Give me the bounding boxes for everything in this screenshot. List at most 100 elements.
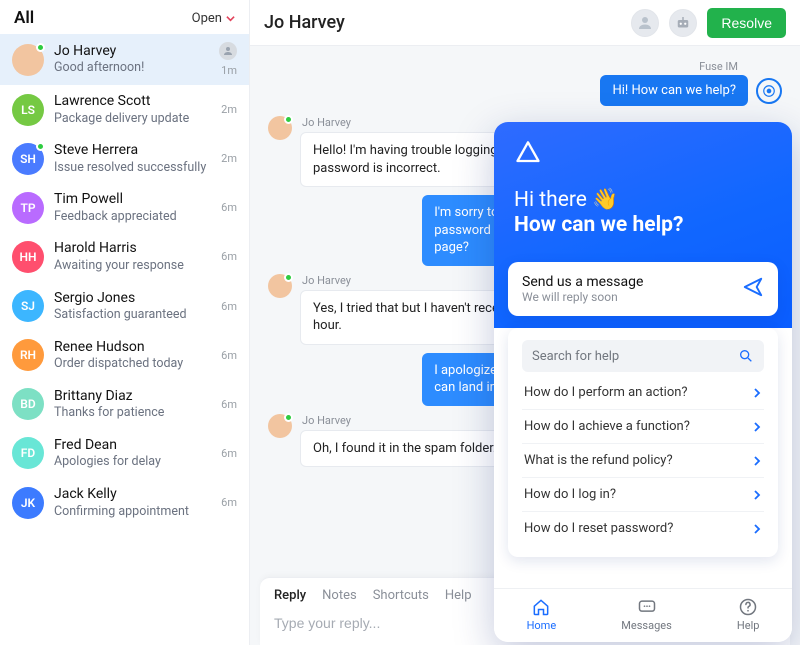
chevron-right-icon [752, 456, 762, 466]
widget-cards: Send us a message We will reply soon Sea… [508, 262, 778, 557]
conversation-time: 6m [221, 447, 237, 460]
conversation-snippet: Issue resolved successfully [54, 160, 211, 176]
conversation-item[interactable]: JK Jack KellyConfirming appointment 6m [0, 478, 249, 527]
bot-bubble: Hi! How can we help? [600, 75, 748, 106]
faq-label: How do I reset password? [524, 521, 673, 536]
nav-messages-label: Messages [621, 619, 671, 632]
tab-notes[interactable]: Notes [322, 588, 357, 603]
conversation-item[interactable]: Jo HarveyGood afternoon! 1m [0, 34, 249, 85]
conversation-snippet: Satisfaction guaranteed [54, 307, 211, 323]
messages-icon [637, 597, 657, 617]
send-message-card[interactable]: Send us a message We will reply soon [508, 262, 778, 316]
send-subtitle: We will reply soon [522, 290, 643, 304]
avatar: JK [12, 487, 44, 519]
conversation-name: Lawrence Scott [54, 93, 211, 111]
faq-list: How do I perform an action? How do I achi… [522, 376, 764, 545]
conversation-meta: 6m [221, 349, 237, 362]
conversation-name: Fred Dean [54, 437, 211, 455]
conversation-name: Jack Kelly [54, 486, 211, 504]
conversation-item[interactable]: SH Steve HerreraIssue resolved successful… [0, 134, 249, 183]
conversation-text: Steve HerreraIssue resolved successfully [54, 142, 211, 175]
faq-item[interactable]: How do I reset password? [522, 511, 764, 545]
avatar: SJ [12, 290, 44, 322]
conversation-time: 6m [221, 349, 237, 362]
faq-label: How do I achieve a function? [524, 419, 690, 434]
resolve-button[interactable]: Resolve [707, 8, 786, 38]
tab-help[interactable]: Help [445, 588, 472, 603]
avatar: LS [12, 94, 44, 126]
presence-dot-icon [284, 115, 293, 124]
presence-dot-icon [284, 413, 293, 422]
conversation-item[interactable]: LS Lawrence ScottPackage delivery update 2… [0, 85, 249, 134]
avatar: TP [12, 192, 44, 224]
conversation-meta: 2m [221, 152, 237, 165]
conversation-text: Jo HarveyGood afternoon! [54, 43, 209, 76]
conversation-item[interactable]: HHHarold HarrisAwaiting your response6m [0, 232, 249, 281]
conversation-snippet: Package delivery update [54, 111, 211, 127]
search-placeholder: Search for help [532, 349, 619, 364]
chevron-down-icon [226, 14, 235, 23]
conversation-name: Brittany Diaz [54, 388, 211, 406]
widget-bottom-nav: Home Messages Help [494, 588, 792, 642]
conversation-item[interactable]: FD Fred DeanApologies for delay 6m [0, 429, 249, 478]
bot-avatar-button[interactable] [669, 9, 697, 37]
faq-item[interactable]: How do I log in? [522, 477, 764, 511]
conversation-time: 2m [221, 103, 237, 116]
chevron-right-icon [752, 524, 762, 534]
tab-shortcuts[interactable]: Shortcuts [373, 588, 429, 603]
conversation-time: 6m [221, 250, 237, 263]
conversation-meta: 6m [221, 398, 237, 411]
conversation-text: Jack KellyConfirming appointment [54, 486, 211, 519]
filter-dropdown[interactable]: Open [192, 11, 235, 26]
conversation-item[interactable]: SJSergio JonesSatisfaction guaranteed6m [0, 282, 249, 331]
faq-item[interactable]: How do I achieve a function? [522, 409, 764, 443]
conversation-name: Harold Harris [54, 240, 211, 258]
conversation-text: Tim PowellFeedback appreciated [54, 191, 211, 224]
home-icon [531, 597, 551, 617]
nav-messages[interactable]: Messages [621, 597, 671, 632]
conversation-time: 6m [221, 300, 237, 313]
chevron-right-icon [752, 388, 762, 398]
bot-message-row: Hi! How can we help? [268, 75, 782, 106]
nav-help[interactable]: Help [737, 597, 760, 632]
conversation-item[interactable]: BDBrittany DiazThanks for patience6m [0, 380, 249, 429]
customer-avatar [268, 274, 292, 298]
sidebar-header: All Open [0, 0, 249, 34]
filter-label: Open [192, 11, 222, 26]
bot-name-label: Fuse IM [268, 60, 782, 73]
nav-home[interactable]: Home [527, 597, 557, 632]
avatar: HH [12, 241, 44, 273]
person-icon [636, 14, 654, 32]
tab-reply[interactable]: Reply [274, 588, 306, 603]
avatar: RH [12, 339, 44, 371]
chevron-right-icon [752, 490, 762, 500]
avatar: SH [12, 143, 44, 175]
conversation-item[interactable]: TP Tim PowellFeedback appreciated 6m [0, 183, 249, 232]
widget-headline: How can we help? [514, 213, 772, 238]
help-icon [738, 597, 758, 617]
conversation-snippet: Confirming appointment [54, 504, 211, 520]
conversation-meta: 2m [221, 103, 237, 116]
conversation-meta: 6m [221, 496, 237, 509]
avatar [12, 44, 44, 76]
avatar: FD [12, 437, 44, 469]
nav-home-label: Home [527, 619, 557, 632]
nav-help-label: Help [737, 619, 760, 632]
widget-greeting: Hi there 👋 [514, 188, 772, 213]
avatar: BD [12, 388, 44, 420]
conversation-time: 6m [221, 496, 237, 509]
faq-item[interactable]: What is the refund policy? [522, 443, 764, 477]
conversation-item[interactable]: RH Renee HudsonOrder dispatched today 6m [0, 331, 249, 380]
conversation-meta: 1m [219, 42, 237, 77]
conversation-text: Fred DeanApologies for delay [54, 437, 211, 470]
help-search-input[interactable]: Search for help [522, 340, 764, 372]
conversation-text: Renee HudsonOrder dispatched today [54, 339, 211, 372]
chevron-right-icon [752, 422, 762, 432]
faq-item[interactable]: How do I perform an action? [522, 376, 764, 409]
customer-avatar [268, 414, 292, 438]
agent-avatar[interactable] [631, 9, 659, 37]
conversation-time: 6m [221, 398, 237, 411]
conversation-items: Jo HarveyGood afternoon! 1m LS Lawrence Sco… [0, 34, 249, 645]
conversation-meta: 6m [221, 201, 237, 214]
conversation-snippet: Good afternoon! [54, 60, 209, 76]
